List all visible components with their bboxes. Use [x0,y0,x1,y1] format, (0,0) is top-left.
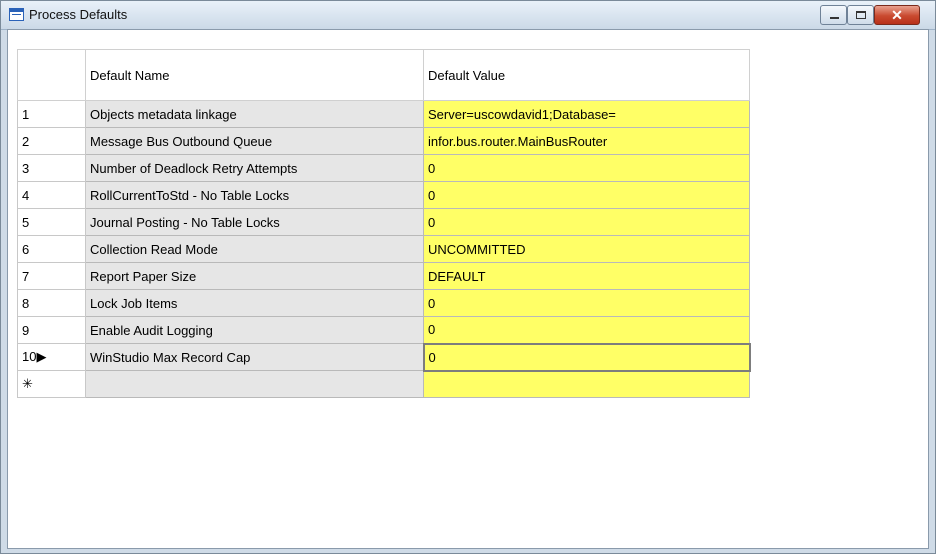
minimize-icon [830,17,839,19]
default-name-cell[interactable]: WinStudio Max Record Cap [85,343,424,371]
default-value-cell[interactable]: 0 [423,208,750,236]
default-name-cell[interactable]: Journal Posting - No Table Locks [85,208,424,236]
row-header[interactable]: 9 [17,316,86,344]
table-row: 5 Journal Posting - No Table Locks 0 [17,208,750,236]
column-header-default-name[interactable]: Default Name [85,49,424,101]
process-defaults-window: Process Defaults ✕ Default Name Default … [0,0,936,554]
default-name-cell[interactable]: Objects metadata linkage [85,100,424,128]
column-header-default-value[interactable]: Default Value [423,49,750,101]
row-header[interactable]: 6 [17,235,86,263]
default-name-cell[interactable]: Lock Job Items [85,289,424,317]
row-header[interactable]: 8 [17,289,86,317]
row-header[interactable]: 7 [17,262,86,290]
default-value-cell[interactable]: 0 [423,181,750,209]
table-row: 4 RollCurrentToStd - No Table Locks 0 [17,181,750,209]
window-title: Process Defaults [29,7,128,22]
default-value-cell[interactable]: Server=uscowdavid1;Database= [423,100,750,128]
default-value-cell[interactable]: DEFAULT [423,262,750,290]
default-name-cell[interactable]: RollCurrentToStd - No Table Locks [85,181,424,209]
row-header[interactable]: 1 [17,100,86,128]
row-header[interactable]: 5 [17,208,86,236]
row-header[interactable]: 4 [17,181,86,209]
row-header[interactable]: 3 [17,154,86,182]
default-name-cell[interactable]: Report Paper Size [85,262,424,290]
maximize-button[interactable] [847,5,874,25]
new-row-marker-icon[interactable]: ✳ [17,370,86,398]
grid-window-icon[interactable] [9,8,24,21]
new-row-name-cell[interactable] [85,370,424,398]
row-header[interactable]: 2 [17,127,86,155]
close-icon: ✕ [891,7,903,23]
close-button[interactable]: ✕ [874,5,920,25]
data-grid: Default Name Default Value 1 Objects met… [17,49,751,398]
default-value-cell-active[interactable]: 0 [422,342,751,372]
table-row-current: 10▶ WinStudio Max Record Cap 0 [17,342,751,372]
row-header-current[interactable]: 10▶ [17,343,86,371]
grid-corner-cell[interactable] [17,49,86,101]
title-bar[interactable]: Process Defaults ✕ [1,1,935,30]
default-name-cell[interactable]: Collection Read Mode [85,235,424,263]
default-value-cell[interactable]: 0 [423,289,750,317]
table-row: 6 Collection Read Mode UNCOMMITTED [17,235,750,263]
table-row: 2 Message Bus Outbound Queue infor.bus.r… [17,127,750,155]
table-row: 7 Report Paper Size DEFAULT [17,262,750,290]
header-row: Default Name Default Value [17,49,750,101]
new-row: ✳ [17,370,750,398]
table-row: 8 Lock Job Items 0 [17,289,750,317]
maximize-icon [856,11,866,19]
table-row: 3 Number of Deadlock Retry Attempts 0 [17,154,750,182]
default-value-cell[interactable]: UNCOMMITTED [423,235,750,263]
default-name-cell[interactable]: Message Bus Outbound Queue [85,127,424,155]
default-value-cell[interactable]: 0 [423,316,750,344]
default-name-cell[interactable]: Enable Audit Logging [85,316,424,344]
default-name-cell[interactable]: Number of Deadlock Retry Attempts [85,154,424,182]
table-row: 9 Enable Audit Logging 0 [17,316,750,344]
default-value-cell[interactable]: 0 [423,154,750,182]
table-row: 1 Objects metadata linkage Server=uscowd… [17,100,750,128]
minimize-button[interactable] [820,5,847,25]
new-row-value-cell[interactable] [423,370,750,398]
default-value-cell[interactable]: infor.bus.router.MainBusRouter [423,127,750,155]
